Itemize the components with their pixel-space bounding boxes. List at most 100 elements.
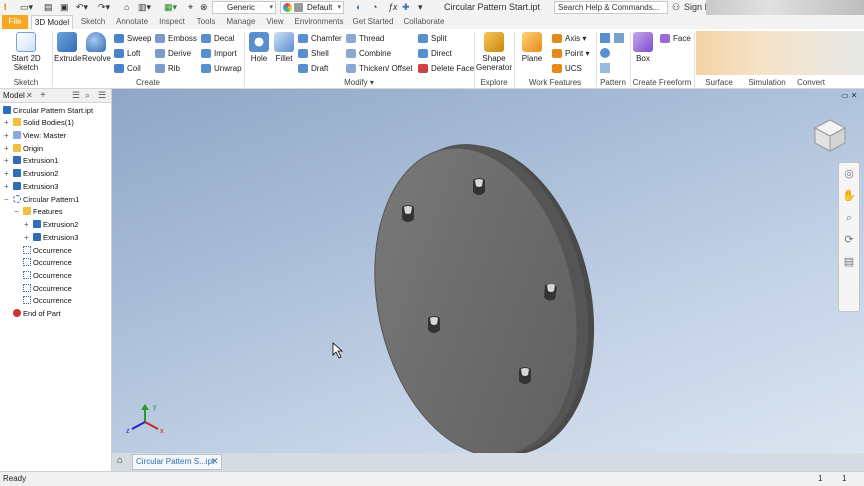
sweep-button[interactable]: Sweep bbox=[114, 33, 151, 44]
direct-button[interactable]: Direct bbox=[418, 48, 452, 59]
expand-icon[interactable]: + bbox=[24, 219, 29, 231]
start-2d-sketch-button[interactable]: Start 2D Sketch bbox=[6, 32, 46, 72]
measure-icon[interactable]: ◔ bbox=[372, 2, 377, 13]
save-icon[interactable]: ▣ bbox=[60, 2, 69, 13]
mirror-icon[interactable] bbox=[614, 33, 624, 43]
cursor-icon[interactable]: ⌖ bbox=[188, 2, 193, 13]
extrude-button[interactable]: Extrude bbox=[54, 32, 82, 63]
window-controls[interactable] bbox=[706, 0, 864, 15]
tab-inspect[interactable]: Inspect bbox=[154, 15, 190, 29]
circular-pattern-icon[interactable] bbox=[600, 48, 610, 58]
material-dropdown[interactable]: Generic ▾ bbox=[212, 1, 276, 14]
tab-get-started[interactable]: Get Started bbox=[350, 15, 396, 29]
add-browser-icon[interactable]: + bbox=[40, 89, 46, 102]
select-icon[interactable]: ▦▾ bbox=[164, 2, 177, 13]
search-icon[interactable]: ⌕ bbox=[85, 89, 90, 102]
tree-item-end-of-part[interactable]: End of Part bbox=[13, 308, 61, 320]
sketch-pattern-icon[interactable] bbox=[600, 63, 610, 73]
panel-modify-label[interactable]: Modify ▾ bbox=[244, 77, 474, 88]
pan-icon[interactable]: ✋ bbox=[839, 185, 859, 207]
tab-sketch[interactable]: Sketch bbox=[76, 15, 110, 29]
open-icon[interactable]: ▤ bbox=[44, 2, 53, 13]
plus-icon[interactable]: ✚ bbox=[402, 2, 410, 13]
browser-title[interactable]: Model bbox=[3, 90, 25, 102]
expand-icon[interactable]: + bbox=[4, 130, 9, 142]
expand-icon[interactable]: + bbox=[4, 143, 9, 155]
zoom-icon[interactable]: ⌕ bbox=[839, 207, 859, 229]
revolve-button[interactable]: Revolve bbox=[82, 32, 111, 63]
delete-face-button[interactable]: Delete Face bbox=[418, 63, 474, 74]
new-file-icon[interactable]: ▭▾ bbox=[20, 2, 33, 13]
tab-3d-model[interactable]: 3D Model bbox=[31, 15, 73, 29]
derive-button[interactable]: Derive bbox=[155, 48, 191, 59]
coil-button[interactable]: Coil bbox=[114, 63, 141, 74]
tree-item-part[interactable]: Circular Pattern Start.ipt bbox=[3, 105, 93, 117]
unwrap-button[interactable]: Unwrap bbox=[201, 63, 242, 74]
update-icon[interactable]: ▥▾ bbox=[138, 2, 151, 13]
home-icon[interactable]: ⌂ bbox=[124, 2, 129, 13]
app-logo-icon[interactable]: I bbox=[4, 2, 7, 13]
maximize-viewport-icon[interactable]: ▭ ✕ bbox=[841, 91, 857, 100]
tree-item-occurrence[interactable]: Occurrence bbox=[23, 295, 72, 307]
undo-icon[interactable]: ↶▾ bbox=[76, 2, 88, 13]
graphics-viewport[interactable]: y x z ▭ ✕ ◎ ✋ ⌕ ⟳ ▤ bbox=[112, 89, 864, 453]
split-button[interactable]: Split bbox=[418, 33, 447, 44]
decal-button[interactable]: Decal bbox=[201, 33, 234, 44]
tree-item-extrusion2[interactable]: Extrusion2 bbox=[13, 168, 58, 180]
home-tab-icon[interactable]: ⌂ bbox=[117, 455, 123, 466]
view-cube-icon[interactable] bbox=[812, 117, 848, 153]
box-button[interactable]: Box bbox=[632, 32, 654, 63]
import-button[interactable]: Import bbox=[201, 48, 237, 59]
fillet-button[interactable]: Fillet bbox=[272, 32, 296, 63]
menu-icon[interactable]: ☰ bbox=[72, 89, 80, 102]
collapse-icon[interactable]: − bbox=[14, 206, 19, 218]
tree-item-view-master[interactable]: View: Master bbox=[13, 130, 66, 142]
tab-collaborate[interactable]: Collaborate bbox=[398, 15, 450, 29]
browser-close-icon[interactable]: ✕ bbox=[26, 90, 33, 102]
search-input[interactable]: Search Help & Commands... bbox=[554, 1, 668, 14]
thread-button[interactable]: Thread bbox=[346, 33, 384, 44]
close-tab-icon[interactable]: ✕ bbox=[211, 456, 219, 467]
fx-icon[interactable]: ƒx bbox=[388, 2, 398, 13]
tree-item-circular-pattern1[interactable]: Circular Pattern1 bbox=[13, 194, 79, 206]
steering-wheel-icon[interactable]: ◎ bbox=[839, 163, 859, 185]
combine-button[interactable]: Combine bbox=[346, 48, 391, 59]
tree-item-solid-bodies[interactable]: Solid Bodies(1) bbox=[13, 117, 74, 129]
expand-icon[interactable]: + bbox=[24, 232, 29, 244]
tree-item-pattern-extrusion2[interactable]: Extrusion2 bbox=[33, 219, 78, 231]
hole-button[interactable]: Hole bbox=[247, 32, 271, 63]
tab-environments[interactable]: Environments bbox=[290, 15, 348, 29]
ucs-button[interactable]: UCS bbox=[552, 63, 582, 74]
tree-item-occurrence[interactable]: Occurrence bbox=[23, 270, 72, 282]
browser-options-icon[interactable]: ☰ bbox=[98, 89, 106, 102]
part-model[interactable]: y x z bbox=[112, 89, 864, 453]
rectangular-pattern-icon[interactable] bbox=[600, 33, 610, 43]
tab-file[interactable]: File bbox=[2, 15, 28, 29]
shell-button[interactable]: Shell bbox=[298, 48, 329, 59]
expand-icon[interactable]: + bbox=[4, 168, 9, 180]
tree-item-origin[interactable]: Origin bbox=[13, 143, 43, 155]
draft-button[interactable]: Draft bbox=[298, 63, 328, 74]
expand-icon[interactable]: + bbox=[4, 117, 9, 129]
orbit-icon[interactable]: ⟳ bbox=[839, 229, 859, 251]
user-icon[interactable]: ⚇ bbox=[672, 2, 680, 13]
loft-button[interactable]: Loft bbox=[114, 48, 140, 59]
tree-item-occurrence[interactable]: Occurrence bbox=[23, 245, 72, 257]
emboss-button[interactable]: Emboss bbox=[155, 33, 197, 44]
tree-item-occurrence[interactable]: Occurrence bbox=[23, 283, 72, 295]
thicken-offset-button[interactable]: Thicken/ Offset bbox=[346, 63, 413, 74]
tab-manage[interactable]: Manage bbox=[222, 15, 260, 29]
expand-icon[interactable]: + bbox=[4, 181, 9, 193]
collapse-icon[interactable]: − bbox=[4, 194, 9, 206]
rib-button[interactable]: Rib bbox=[155, 63, 180, 74]
overflow-tools[interactable] bbox=[696, 31, 864, 75]
plane-button[interactable]: Plane bbox=[518, 32, 546, 63]
adjust-icon[interactable]: ◐ bbox=[356, 2, 361, 13]
point-button[interactable]: Point ▾ bbox=[552, 48, 589, 59]
redo-icon[interactable]: ↷▾ bbox=[98, 2, 110, 13]
expand-icon[interactable]: + bbox=[4, 155, 9, 167]
tab-annotate[interactable]: Annotate bbox=[112, 15, 152, 29]
shape-generator-button[interactable]: Shape Generator bbox=[476, 32, 512, 72]
appearance-dropdown[interactable]: Default ▾ bbox=[280, 1, 344, 14]
tab-view[interactable]: View bbox=[262, 15, 288, 29]
